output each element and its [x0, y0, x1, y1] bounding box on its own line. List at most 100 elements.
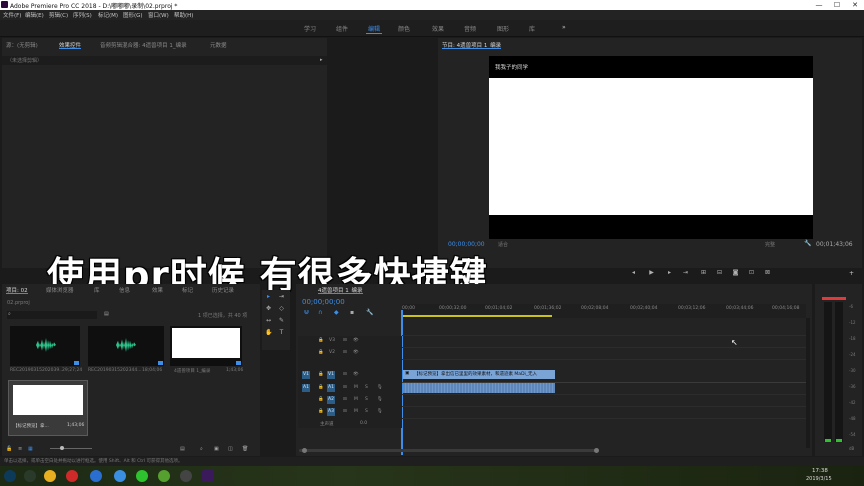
workspace-color[interactable]: 颜色 [398, 24, 410, 33]
linked-selection-icon[interactable]: ∩ [318, 309, 322, 316]
lock-icon[interactable]: 🔒 [318, 372, 324, 377]
close-button[interactable]: ✕ [846, 0, 864, 10]
source-patch-a1[interactable]: A1 [302, 384, 310, 392]
media-thumbnail-audio-2[interactable] [88, 326, 164, 366]
selection-tool-icon[interactable]: ▸ [265, 293, 272, 300]
lock-icon[interactable]: 🔒 [318, 409, 324, 414]
work-area-bar[interactable] [402, 315, 552, 317]
type-tool-icon[interactable]: T [278, 329, 285, 336]
audio-clip[interactable] [403, 383, 555, 393]
tab-audio-clip-mixer[interactable]: 音频剪辑混合器: 4遗兽项目 1_编录 [100, 41, 187, 49]
tab-effects[interactable]: 效果 [152, 286, 163, 294]
app-icon[interactable] [158, 470, 170, 482]
taskbar-date[interactable]: 2019/3/15 [806, 476, 832, 482]
media-thumbnail-selected[interactable]: 【标记预览】拿... 1;43;06 [8, 380, 88, 436]
new-item-icon[interactable]: ◫ [228, 446, 233, 452]
find-icon[interactable]: ⌕ [200, 446, 203, 452]
menu-help[interactable]: 帮助(H) [174, 11, 193, 19]
zoom-slider[interactable] [50, 448, 92, 449]
razor-tool-icon[interactable]: ◇ [278, 305, 285, 312]
program-video-frame[interactable]: 我我子的同学 [489, 56, 813, 239]
mute-button[interactable]: M [354, 409, 358, 414]
chrome-icon[interactable] [44, 470, 56, 482]
new-bin-icon[interactable]: ▤ [104, 311, 109, 317]
track-target-a3[interactable]: A3 [327, 408, 335, 416]
menu-file[interactable]: 文件(F) [3, 11, 21, 19]
minimize-button[interactable]: — [810, 0, 828, 10]
wrench-icon[interactable]: 🔧 [804, 240, 811, 247]
mic-icon[interactable]: 🎙 [377, 397, 383, 402]
pen-tool-icon[interactable]: ✎ [278, 317, 285, 324]
timeline-vertical-scrollbar[interactable] [806, 318, 810, 448]
workspace-more-icon[interactable]: » [562, 24, 566, 31]
trash-icon[interactable]: 🗑 [242, 446, 248, 452]
tab-source[interactable]: 源：(无剪辑) [6, 41, 38, 49]
maximize-button[interactable]: ☐ [828, 0, 846, 10]
tab-info[interactable]: 信息 [119, 286, 130, 294]
media-thumbnail-sequence[interactable] [170, 326, 242, 366]
track-target-a2[interactable]: A2 [327, 396, 335, 404]
lock-icon[interactable]: 🔒 [318, 338, 324, 343]
timeline-timecode[interactable]: 00;00;00;00 [302, 298, 345, 306]
solo-button[interactable]: S [365, 397, 368, 402]
master-volume-value[interactable]: 0.0 [360, 421, 367, 426]
tab-libraries[interactable]: 库 [94, 286, 100, 294]
hand-tool-icon[interactable]: ✋ [265, 329, 272, 336]
menu-graphics[interactable]: 图形(G) [123, 11, 143, 19]
ripple-edit-tool-icon[interactable]: ✥ [265, 305, 272, 312]
add-marker-icon[interactable]: ◆ [334, 309, 339, 316]
go-to-out-icon[interactable]: ⇥ [682, 269, 689, 276]
video-clip[interactable]: ▣ 【标记预览】拿出信已里里的效果素材，和遗迹素 MaDi_无入 [403, 370, 555, 379]
step-back-icon[interactable]: ◂ [630, 269, 637, 276]
mute-button[interactable]: M [354, 385, 358, 390]
track-target-v1[interactable]: V1 [327, 371, 335, 379]
solo-button[interactable]: S [365, 409, 368, 414]
lock-icon[interactable]: 🔒 [318, 350, 324, 355]
app-icon[interactable] [114, 470, 126, 482]
menu-clip[interactable]: 剪辑(C) [49, 11, 68, 19]
zoom-select[interactable]: 适合 [498, 241, 508, 248]
new-bin-icon[interactable]: ▤ [180, 446, 185, 452]
play-icon[interactable]: ▶ [648, 269, 655, 276]
lift-icon[interactable]: ⊞ [700, 269, 707, 276]
app-icon[interactable] [136, 470, 148, 482]
sync-lock-icon[interactable]: ⊟ [343, 397, 347, 402]
tab-history[interactable]: 历史记录 [212, 286, 234, 294]
tab-effect-controls[interactable]: 效果控件 [59, 41, 82, 49]
marker-icon[interactable]: ▪ [350, 309, 354, 316]
app-icon[interactable] [66, 470, 78, 482]
timeline-settings-icon[interactable]: 🔧 [366, 309, 373, 316]
workspace-learn[interactable]: 学习 [304, 24, 316, 33]
tab-sequence[interactable]: 4遗兽项目 1_编录 [318, 286, 363, 294]
sync-lock-icon[interactable]: ⊟ [343, 385, 347, 390]
new-bin-icon[interactable]: ▣ [214, 446, 219, 452]
icon-view-icon[interactable]: ▦ [28, 446, 33, 452]
menu-window[interactable]: 窗口(W) [148, 11, 169, 19]
tab-program-monitor[interactable]: 节目: 4遗兽项目 1_编录 [442, 41, 502, 49]
quality-select[interactable]: 完整 [765, 241, 775, 248]
lock-icon[interactable]: 🔒 [318, 397, 324, 402]
extract-icon[interactable]: ⊟ [716, 269, 723, 276]
source-patch-v1[interactable]: V1 [302, 371, 310, 379]
eye-icon[interactable]: 👁 [353, 338, 359, 343]
workspace-audio[interactable]: 音频 [464, 24, 476, 33]
tab-media-browser[interactable]: 媒体浏览器 [46, 286, 74, 294]
solo-button[interactable]: S [365, 385, 368, 390]
mic-icon[interactable]: 🎙 [377, 385, 383, 390]
track-target-a1[interactable]: A1 [327, 384, 335, 392]
app-icon[interactable] [180, 470, 192, 482]
sync-lock-icon[interactable]: ⊟ [343, 409, 347, 414]
media-thumbnail-audio-1[interactable] [10, 326, 80, 366]
taskbar-time[interactable]: 17:38 [812, 468, 828, 474]
app-icon[interactable] [90, 470, 102, 482]
list-view-icon[interactable]: ≡ [18, 446, 22, 452]
timeline-horizontal-scrollbar[interactable] [299, 449, 599, 452]
workspace-graphics[interactable]: 图形 [497, 24, 509, 33]
sync-lock-icon[interactable]: ⊟ [343, 338, 347, 343]
comparison-view-icon[interactable]: ⊡ [748, 269, 755, 276]
track-select-tool-icon[interactable]: ⇥ [278, 293, 285, 300]
snap-icon[interactable]: ⋓ [304, 309, 309, 316]
zoom-slider-handle[interactable] [60, 446, 64, 450]
scroll-handle-left[interactable] [302, 448, 307, 453]
lock-icon[interactable]: 🔓 [6, 446, 12, 452]
